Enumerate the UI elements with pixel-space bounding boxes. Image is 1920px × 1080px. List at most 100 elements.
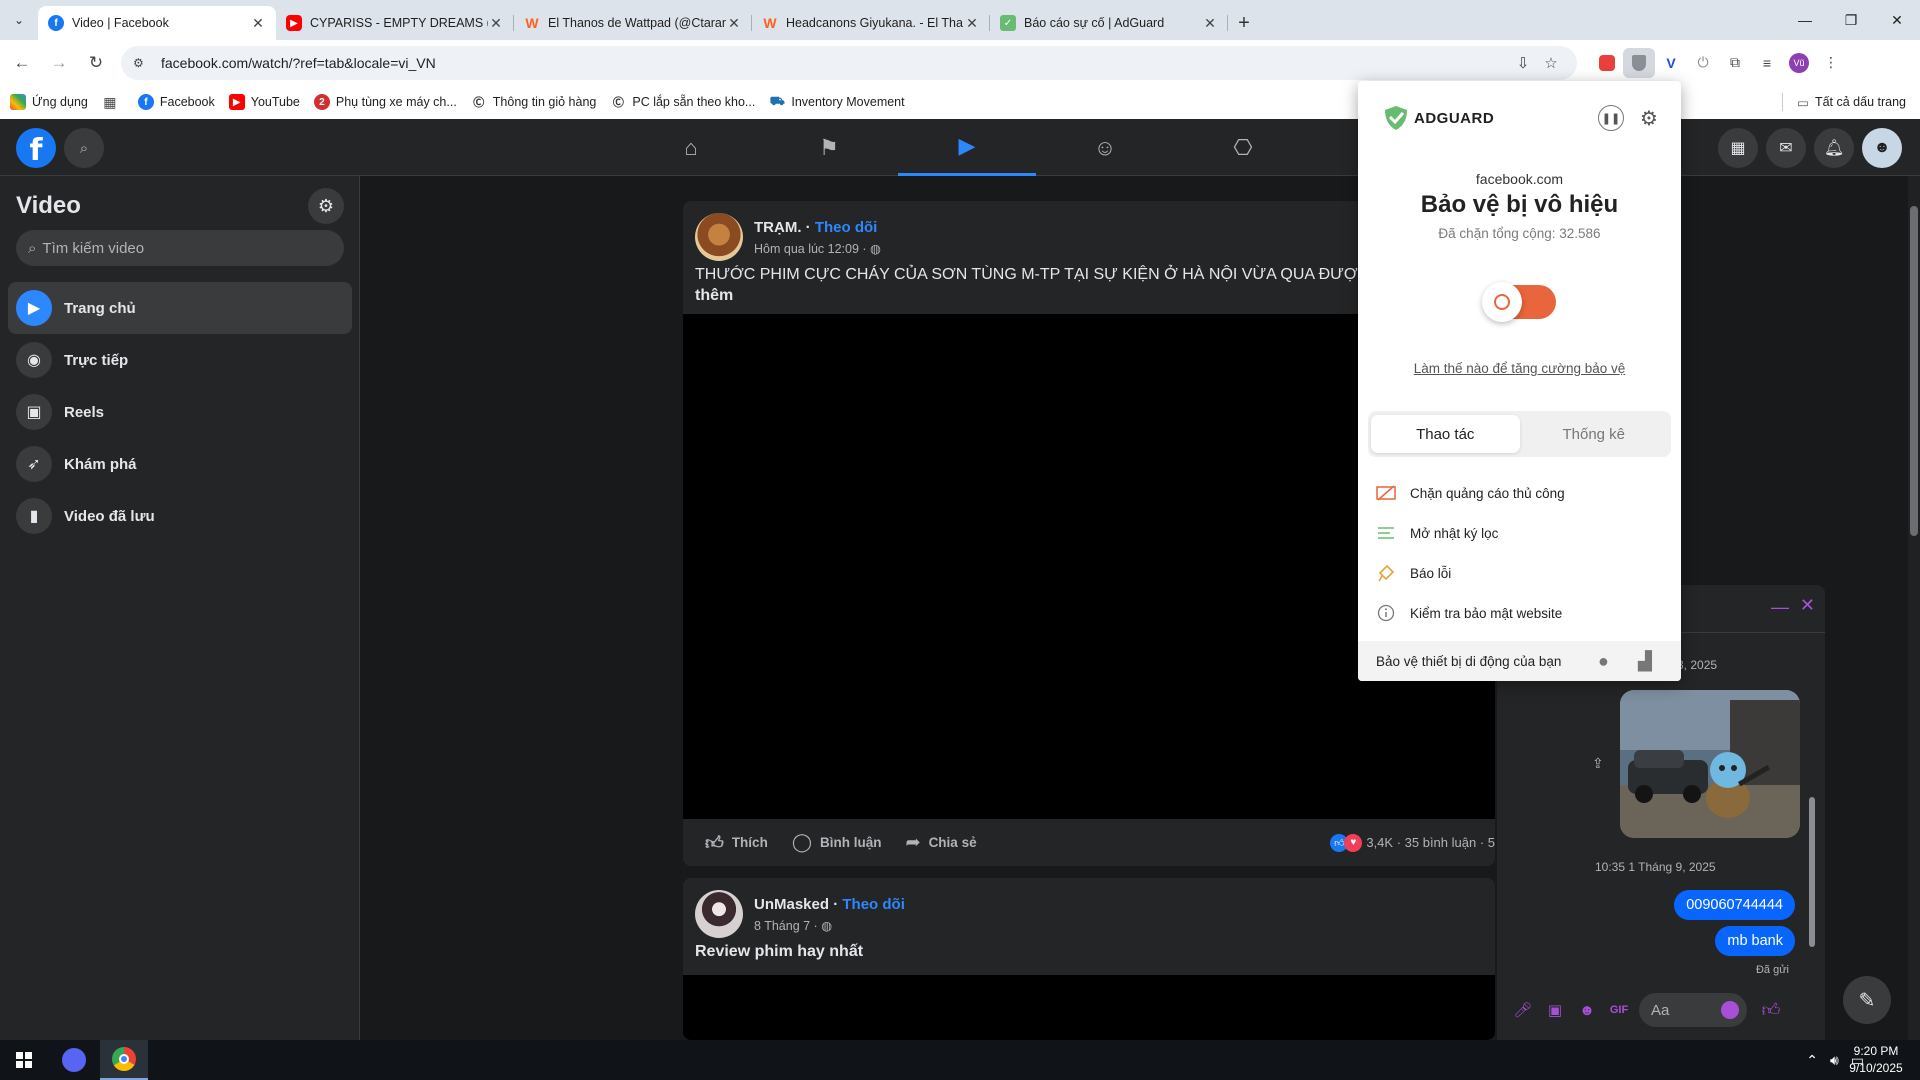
- pages-flag-icon[interactable]: ⚑: [760, 119, 898, 176]
- close-icon[interactable]: ✕: [726, 15, 742, 32]
- message-input[interactable]: [1639, 993, 1747, 1027]
- reaction-summary[interactable]: 👍︎ ♥ 3,4K · 35 bình luận · 5: [1330, 819, 1495, 866]
- close-icon[interactable]: ✕: [250, 15, 266, 32]
- bookmark-star-icon[interactable]: ☆: [1537, 54, 1565, 72]
- post-author-avatar[interactable]: [695, 213, 743, 261]
- url-text[interactable]: facebook.com/watch/?ref=tab&locale=vi_VN: [161, 55, 1509, 71]
- home-icon[interactable]: ⌂: [622, 119, 760, 176]
- page-scroll-thumb[interactable]: [1910, 206, 1918, 536]
- facebook-logo[interactable]: f: [16, 128, 56, 168]
- like-button[interactable]: 👍︎ Thích: [705, 832, 768, 854]
- message-input-field[interactable]: [1651, 1001, 1721, 1019]
- video-player[interactable]: [683, 975, 1495, 1040]
- share-button[interactable]: ➦ Chia sẻ: [905, 832, 976, 853]
- bookmark-tab-groups[interactable]: ▦: [102, 94, 124, 110]
- protection-toggle[interactable]: [1482, 282, 1556, 322]
- thumbs-up-send-icon[interactable]: 👍︎: [1755, 999, 1787, 1021]
- emoji-icon[interactable]: [1721, 1001, 1739, 1019]
- address-bar[interactable]: ⚙ facebook.com/watch/?ref=tab&locale=vi_…: [121, 45, 1577, 80]
- gif-icon[interactable]: GIF: [1603, 1004, 1635, 1016]
- mobile-protection-footer[interactable]: Bảo vệ thiết bị di động của bạn ● ▟: [1358, 641, 1681, 681]
- share-icon[interactable]: ⇪: [1592, 755, 1604, 772]
- action-report[interactable]: Báo lỗi: [1376, 553, 1666, 593]
- profile-avatar[interactable]: Vũ: [1783, 48, 1815, 78]
- apple-icon[interactable]: ●: [1598, 651, 1609, 672]
- restore-icon[interactable]: ❐: [1828, 0, 1874, 40]
- post-author-avatar[interactable]: [695, 890, 743, 938]
- bookmark-parts[interactable]: 2 Phụ tùng xe máy ch...: [313, 94, 457, 110]
- notifications-bell-icon[interactable]: 🔔︎: [1814, 128, 1854, 168]
- install-app-icon[interactable]: ⇩: [1509, 54, 1537, 72]
- new-message-button[interactable]: ✎: [1843, 976, 1891, 1024]
- power-icon[interactable]: ⏻: [1687, 48, 1719, 78]
- account-avatar[interactable]: ☻: [1862, 128, 1902, 168]
- gaming-icon[interactable]: ⎔: [1174, 119, 1312, 176]
- page-scrollbar[interactable]: [1908, 176, 1920, 1040]
- tab-adguard[interactable]: ✓ Báo cáo sự cố | AdGuard ✕: [990, 6, 1228, 40]
- pause-icon[interactable]: ❚❚: [1598, 105, 1624, 131]
- tab-actions[interactable]: Thao tác: [1371, 415, 1520, 453]
- tab-facebook[interactable]: f Video | Facebook ✕: [38, 6, 276, 40]
- forward-button[interactable]: →: [44, 48, 74, 78]
- groups-icon[interactable]: ☺: [1036, 119, 1174, 176]
- message-bubble[interactable]: mb bank: [1715, 926, 1795, 956]
- close-icon[interactable]: ✕: [964, 15, 980, 32]
- tab-wattpad-2[interactable]: W Headcanons Giyukana. - El Tha ✕: [752, 6, 990, 40]
- microphone-icon[interactable]: 🎤︎: [1507, 1001, 1539, 1019]
- sidebar-item-live[interactable]: ◉ Trực tiếp: [8, 334, 352, 386]
- search-icon[interactable]: ⌕: [64, 128, 104, 168]
- new-tab-button[interactable]: +: [1228, 6, 1260, 40]
- action-block-ad[interactable]: Chặn quảng cáo thủ công: [1376, 473, 1666, 513]
- photo-icon[interactable]: ▣: [1539, 1001, 1571, 1019]
- taskbar-clock[interactable]: 9:20 PM 9/10/2025: [1846, 1043, 1906, 1077]
- video-search-input[interactable]: [42, 239, 323, 257]
- v-extension-icon[interactable]: V: [1655, 48, 1687, 78]
- close-icon[interactable]: ✕: [1800, 595, 1815, 616]
- menu-grid-icon[interactable]: ▦: [1718, 128, 1758, 168]
- volume-icon[interactable]: 🔊︎: [1830, 1052, 1839, 1069]
- chat-scrollbar[interactable]: [1809, 637, 1815, 967]
- chrome-icon[interactable]: [100, 1040, 148, 1080]
- tab-wattpad-1[interactable]: W El Thanos de Wattpad (@Ctaran ✕: [514, 6, 752, 40]
- minimize-icon[interactable]: —: [1771, 597, 1789, 618]
- bookmark-pc[interactable]: Ⓒ PC lắp sẵn theo kho...: [610, 94, 756, 110]
- watch-video-icon[interactable]: ▶: [898, 119, 1036, 176]
- sidebar-item-reels[interactable]: ▣ Reels: [8, 386, 352, 438]
- action-security-check[interactable]: Kiểm tra bảo mật website: [1376, 593, 1666, 633]
- windows-start-icon[interactable]: [0, 1040, 48, 1080]
- comment-button[interactable]: ◯ Bình luận: [792, 832, 882, 853]
- close-icon[interactable]: ✕: [1202, 15, 1218, 32]
- bookmark-apps[interactable]: Ứng dụng: [10, 94, 88, 110]
- post-timestamp[interactable]: Hôm qua lúc 12:09 ·: [754, 242, 867, 256]
- close-icon[interactable]: ✕: [488, 15, 504, 32]
- sidebar-item-home[interactable]: ▶ Trang chủ: [8, 282, 352, 334]
- follow-link[interactable]: Theo dõi: [842, 896, 905, 913]
- media-control-icon[interactable]: ≡: [1751, 48, 1783, 78]
- chat-image[interactable]: [1620, 690, 1800, 838]
- android-icon[interactable]: ▟: [1638, 651, 1652, 672]
- all-bookmarks[interactable]: ▭ Tất cả dấu trang: [1782, 85, 1906, 119]
- sidebar-item-explore[interactable]: ➶ Khám phá: [8, 438, 352, 490]
- sidebar-item-saved[interactable]: ▮ Video đã lưu: [8, 490, 352, 542]
- reload-button[interactable]: ↻: [81, 48, 111, 78]
- bookmark-cart[interactable]: Ⓒ Thông tin giỏ hàng: [471, 94, 596, 110]
- tab-youtube[interactable]: ▶ CYPARISS - EMPTY DREAMS (ft. ✕: [276, 6, 514, 40]
- settings-gear-icon[interactable]: ⚙: [1636, 105, 1662, 131]
- bookmark-facebook[interactable]: f Facebook: [137, 94, 215, 110]
- discord-icon[interactable]: [50, 1040, 98, 1080]
- video-search[interactable]: ⌕: [16, 230, 344, 266]
- tab-statistics[interactable]: Thống kê: [1520, 415, 1669, 453]
- author-name[interactable]: TRẠM.: [754, 219, 802, 236]
- site-info-icon[interactable]: ⚙: [133, 56, 151, 70]
- post-timestamp[interactable]: 8 Tháng 7 ·: [754, 919, 818, 933]
- extensions-puzzle-icon[interactable]: ⧉: [1719, 48, 1751, 78]
- close-window-icon[interactable]: ✕: [1874, 0, 1920, 40]
- gear-icon[interactable]: ⚙: [308, 188, 344, 224]
- message-bubble[interactable]: 009060744444: [1674, 890, 1795, 920]
- sticker-icon[interactable]: ☻: [1571, 1002, 1603, 1019]
- bookmark-youtube[interactable]: ▶ YouTube: [228, 94, 300, 110]
- minimize-icon[interactable]: —: [1782, 0, 1828, 40]
- messenger-icon[interactable]: ✉: [1766, 128, 1806, 168]
- action-filter-log[interactable]: Mở nhật ký lọc: [1376, 513, 1666, 553]
- adguard-extension-icon[interactable]: [1623, 47, 1655, 78]
